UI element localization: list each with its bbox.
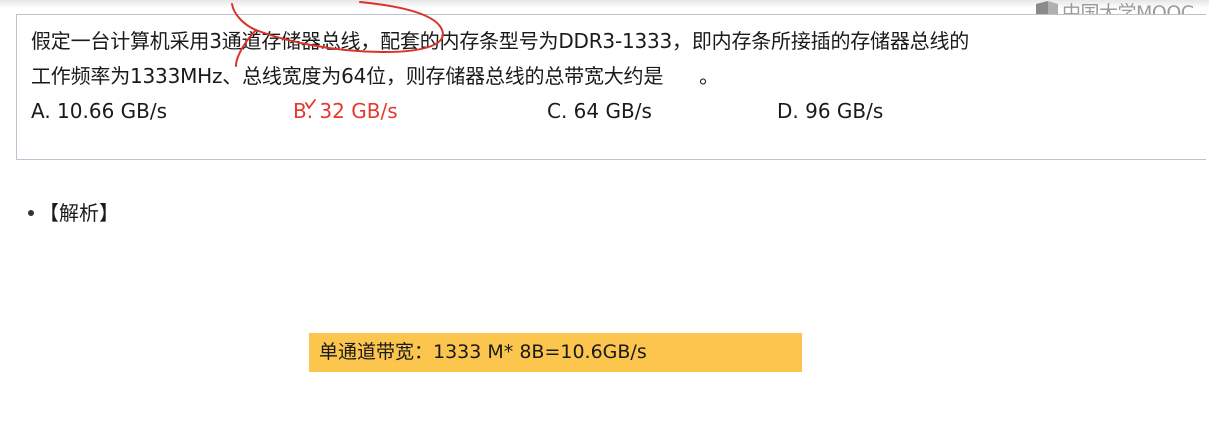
- top-gradient: [0, 0, 1209, 8]
- question-box: 假定一台计算机采用3通道存储器总线，配套的内存条型号为DDR3-1333，即内存…: [16, 14, 1206, 160]
- bullet-icon: [28, 209, 34, 216]
- question-line-2: 工作频率为1333MHz、总线宽度为64位，则存储器总线的总带宽大约是 。: [31, 63, 719, 89]
- question-text-line-1: 假定一台计算机采用3通道存储器总线，配套的内存条型号为DDR3-1333，即内存…: [31, 29, 970, 53]
- question-text-line-2: 工作频率为1333MHz、总线宽度为64位，则存储器总线的总带宽大约是: [31, 64, 664, 88]
- analysis-heading: 【解析】: [28, 200, 119, 226]
- answer-options: A. 10.66 GB/s B. 32 GB/s C. 64 GB/s D. 9…: [31, 98, 1191, 126]
- option-d[interactable]: D. 96 GB/s: [777, 98, 883, 124]
- option-c[interactable]: C. 64 GB/s: [547, 98, 652, 124]
- analysis-label: 【解析】: [39, 201, 119, 225]
- option-a[interactable]: A. 10.66 GB/s: [31, 98, 167, 124]
- highlight-formula-box: 单通道带宽：1333 M* 8B=10.6GB/s: [309, 333, 802, 372]
- single-channel-bandwidth-formula: 单通道带宽：1333 M* 8B=10.6GB/s: [319, 341, 647, 363]
- question-line-1: 假定一台计算机采用3通道存储器总线，配套的内存条型号为DDR3-1333，即内存…: [31, 28, 969, 54]
- option-b[interactable]: B. 32 GB/s: [293, 98, 398, 124]
- question-period: 。: [699, 64, 720, 88]
